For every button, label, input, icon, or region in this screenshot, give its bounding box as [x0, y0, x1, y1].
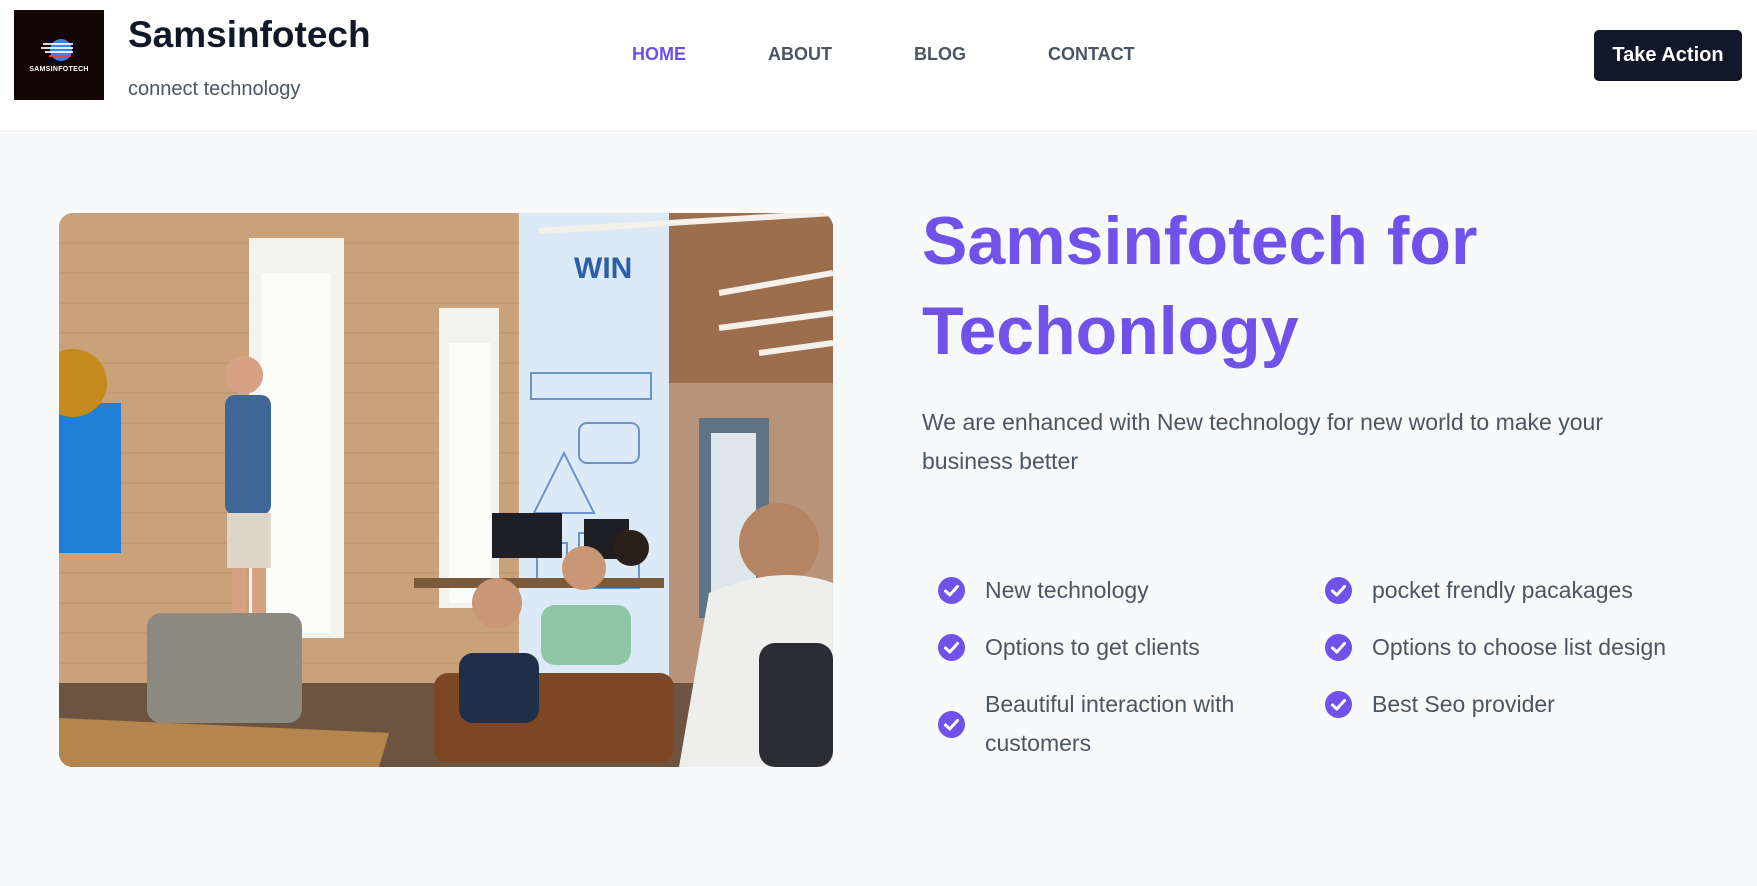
check-circle-icon — [938, 710, 965, 738]
logo-text: SAMSINFOTECH — [29, 66, 89, 73]
main-nav: HOME ABOUT BLOG CONTACT — [632, 44, 1135, 65]
feature-label: Options to choose list design — [1372, 634, 1667, 660]
check-circle-icon — [1325, 634, 1352, 661]
feature-item: Beautiful interaction with customers — [922, 685, 1309, 763]
check-circle-icon — [1325, 577, 1352, 604]
hero-description: We are enhanced with New technology for … — [922, 409, 1603, 474]
nav-contact[interactable]: CONTACT — [1048, 44, 1135, 65]
take-action-button[interactable]: Take Action — [1594, 30, 1742, 81]
check-circle-icon — [938, 634, 965, 661]
feature-label: Options to get clients — [985, 634, 1200, 660]
office-meeting-illustration: WIN — [59, 213, 833, 767]
check-circle-icon — [1325, 691, 1352, 718]
brand-tagline: connect technology — [128, 78, 301, 100]
mural-text: WIN — [574, 252, 632, 285]
logo-icon — [41, 39, 73, 61]
feature-label: New technology — [985, 577, 1149, 603]
feature-item: pocket frendly pacakages — [1309, 571, 1696, 610]
feature-label: pocket frendly pacakages — [1372, 577, 1633, 603]
nav-about[interactable]: ABOUT — [768, 44, 832, 65]
feature-item: New technology — [922, 571, 1309, 610]
nav-home[interactable]: HOME — [632, 44, 686, 65]
check-circle-icon — [938, 577, 965, 604]
nav-blog[interactable]: BLOG — [914, 44, 966, 65]
feature-list: New technology pocket frendly pacakages … — [922, 571, 1702, 781]
hero-title: Samsinfotech for Techonlogy — [922, 203, 1478, 369]
feature-label: Best Seo provider — [1372, 691, 1555, 717]
feature-item: Best Seo provider — [1309, 685, 1696, 724]
site-logo[interactable]: SAMSINFOTECH — [14, 10, 104, 100]
feature-label: Beautiful interaction with customers — [985, 691, 1235, 756]
site-header: SAMSINFOTECH Samsinfotech connect techno… — [0, 0, 1757, 130]
brand-name[interactable]: Samsinfotech — [128, 14, 371, 56]
feature-item: Options to choose list design — [1309, 628, 1696, 667]
hero-image: WIN — [59, 213, 833, 767]
feature-item: Options to get clients — [922, 628, 1309, 667]
